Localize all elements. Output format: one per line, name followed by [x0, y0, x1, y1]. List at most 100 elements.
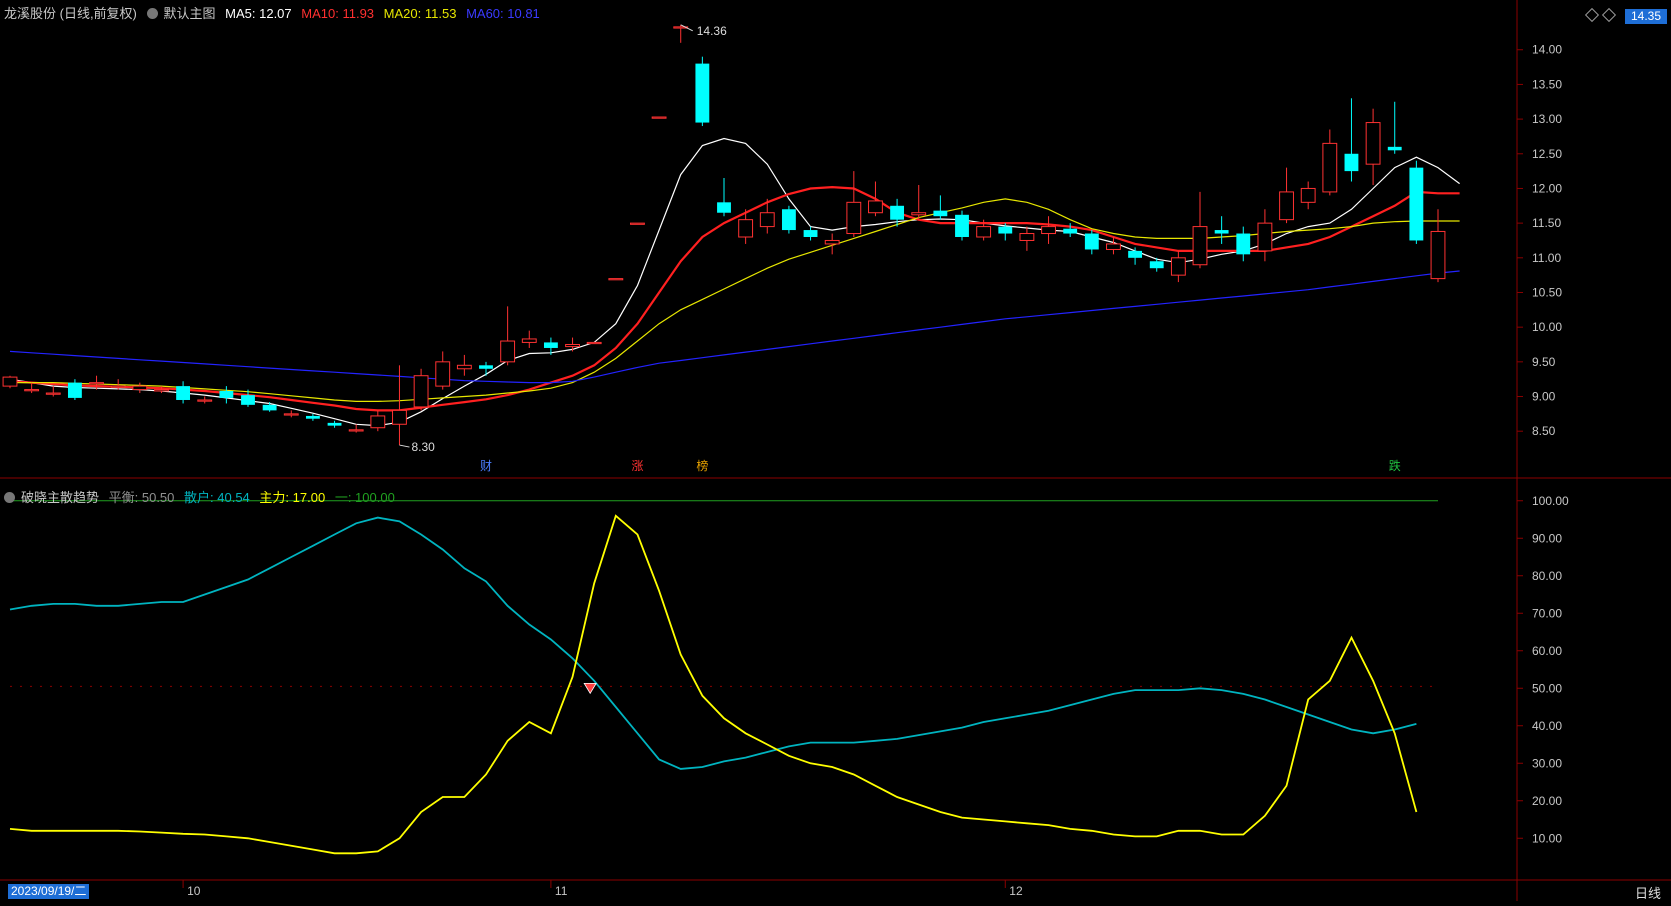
chart-canvas[interactable]: 8.50 9.00 9.50 10.00 10.50 11.00 11.50 12.00 12.…: [0, 0, 1671, 901]
ma20-value: MA20: 11.53: [383, 6, 457, 21]
candle-body-up: [1106, 243, 1121, 250]
candle-body-up: [1279, 191, 1294, 221]
candle-body-up: [1257, 222, 1273, 252]
candle-body-down: [803, 230, 818, 237]
indicator-name[interactable]: 破晓主散趋势: [21, 490, 99, 505]
candle-body-down: [67, 382, 82, 398]
ma-line-ma5: [9, 137, 1460, 427]
candle-body-down: [781, 209, 796, 231]
candle-body-up: [348, 429, 364, 432]
ma-line-ma60: [9, 270, 1460, 384]
indicator-dropdown-icon[interactable]: [4, 492, 15, 503]
candle-body-up: [1430, 230, 1446, 280]
balance-value: 平衡: 50.50: [108, 490, 175, 505]
candle-body-down: [890, 205, 905, 220]
candle-body-up: [651, 116, 667, 119]
candle-body-up: [1192, 226, 1208, 266]
price-tick-label: 10.00: [1532, 320, 1562, 334]
ma-line-ma10: [9, 185, 1460, 412]
period-label[interactable]: 日线: [1635, 883, 1661, 902]
candle-body-down: [998, 226, 1013, 234]
candle-body-up: [500, 340, 516, 363]
main-force-value: 主力: 17.00: [259, 490, 326, 505]
date-cursor-label: 2023/09/19/二: [8, 884, 90, 899]
indicator-tick-label: 100.00: [1532, 494, 1569, 508]
template-label[interactable]: 默认主图: [164, 6, 216, 21]
retail-line: [9, 516, 1417, 770]
candle-body-down: [955, 214, 969, 237]
candle-body-up: [370, 415, 386, 429]
candle-body-down: [327, 422, 342, 426]
candle-body-up: [45, 392, 61, 395]
candle-body-down: [1128, 250, 1143, 258]
candle-body-up: [608, 278, 624, 281]
ma10-value: MA10: 11.93: [301, 6, 375, 21]
candle-body-up: [846, 201, 862, 235]
candle-body-up: [976, 226, 992, 238]
event-marker: 跌: [1389, 458, 1401, 473]
candle-body-up: [1365, 122, 1381, 165]
candle-body-up: [197, 399, 213, 402]
retail-value: 散户: 40.54: [184, 490, 250, 505]
candle-body-up: [586, 341, 602, 345]
indicator-tick-label: 80.00: [1532, 569, 1562, 583]
indicator-tick-label: 30.00: [1532, 756, 1562, 770]
ma5-value: MA5: 12.07: [225, 6, 292, 21]
candle-body-up: [868, 200, 883, 214]
candle-body-up: [911, 212, 927, 216]
line-value: 一: 100.00: [334, 490, 395, 505]
candle-body-up: [413, 375, 429, 408]
candle-body-down: [1063, 228, 1078, 234]
indicator-tick-label: 10.00: [1532, 831, 1562, 845]
candle-body-up: [565, 344, 580, 348]
candle-body-up: [1322, 142, 1338, 193]
indicator-header: 破晓主散趋势 平衡: 50.50 散户: 40.54 主力: 17.00 一: …: [4, 487, 401, 506]
indicator-tick-label: 20.00: [1532, 794, 1562, 808]
candle-body-down: [219, 390, 234, 398]
candle-body-up: [630, 222, 645, 225]
candle-body-down: [241, 395, 255, 405]
candle-body-down: [717, 202, 731, 213]
price-tick-label: 13.50: [1532, 77, 1562, 91]
candle-body-down: [1409, 167, 1424, 241]
price-tick-label: 12.00: [1532, 181, 1562, 195]
candle-body-up: [435, 361, 451, 387]
price-tick-label: 9.00: [1532, 390, 1556, 404]
candle-body-up: [456, 364, 472, 370]
candle-body-up: [1041, 226, 1056, 235]
low-pointer: [399, 444, 410, 448]
candle-body-down: [543, 342, 558, 348]
x-tick-label: 12: [1009, 884, 1023, 898]
signal-icon: [583, 682, 597, 695]
x-tick-label: 11: [555, 884, 568, 898]
template-dropdown-icon[interactable]: [146, 8, 158, 19]
indicator-tick-label: 50.00: [1532, 681, 1562, 695]
low-price-label: 8.30: [411, 440, 435, 454]
stock-title[interactable]: 龙溪股份 (日线,前复权): [4, 6, 137, 21]
candle-body-up: [154, 389, 169, 392]
candle-body-up: [738, 219, 754, 238]
candle-body-up: [24, 389, 40, 392]
price-tick-label: 10.50: [1532, 285, 1562, 299]
indicator-tick-label: 70.00: [1532, 606, 1562, 620]
candle-body-down: [262, 404, 277, 411]
price-tick-label: 11.00: [1532, 251, 1561, 265]
candle-body-down: [1084, 233, 1099, 250]
x-tick-label: 10: [187, 884, 201, 898]
candle-body-up: [283, 413, 299, 416]
candle-body-down: [1236, 233, 1251, 255]
price-tick-label: 9.50: [1532, 355, 1556, 369]
candle-body-up: [89, 382, 104, 385]
candle-body-up: [1019, 233, 1035, 241]
indicator-tick-label: 90.00: [1532, 531, 1562, 545]
event-marker: 涨: [631, 458, 643, 473]
price-tick-label: 12.50: [1532, 147, 1562, 161]
candle-body-up: [521, 338, 537, 343]
candle-body-up: [392, 409, 407, 425]
candle-body-down: [1149, 261, 1164, 269]
candle-body-up: [1300, 187, 1316, 203]
stock-chart-window: 8.50 9.00 9.50 10.00 10.50 11.00 11.50 12.00 12.…: [0, 0, 1671, 901]
candle-body-up: [1170, 257, 1186, 276]
ma60-value: MA60: 10.81: [466, 6, 540, 21]
candle-body-up: [110, 385, 126, 388]
